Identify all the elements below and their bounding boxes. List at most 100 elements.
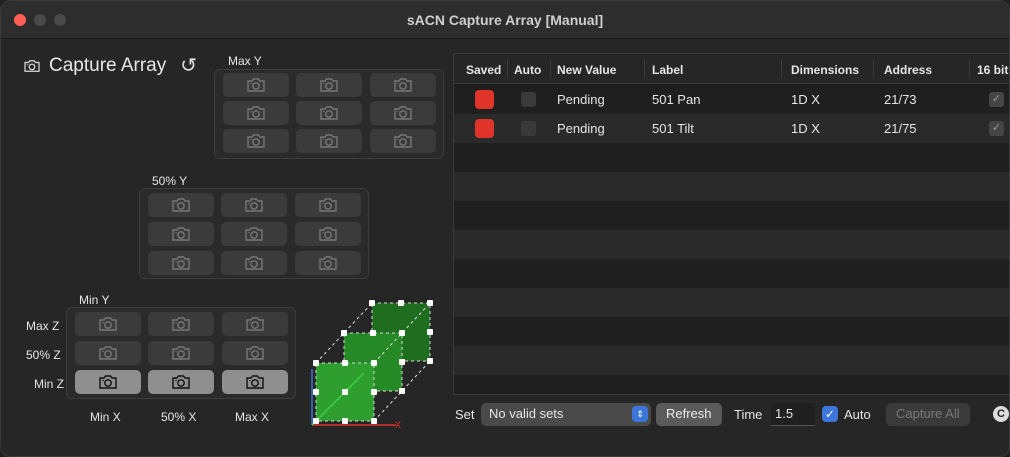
camera-icon	[246, 77, 266, 93]
capture-button[interactable]	[75, 312, 141, 336]
capture-button[interactable]	[223, 129, 289, 153]
capture-button[interactable]	[221, 222, 287, 246]
capture-button[interactable]	[221, 193, 287, 217]
camera-icon	[393, 77, 413, 93]
camera-icon	[319, 133, 339, 149]
capture-button[interactable]	[296, 101, 362, 125]
row-label-max-z: Max Z	[26, 319, 60, 333]
camera-icon	[246, 133, 266, 149]
table-row[interactable]: Pending 501 Tilt 1D X 21/75 ✓	[454, 114, 1009, 143]
capture-button[interactable]	[148, 312, 214, 336]
col-separator	[873, 60, 874, 78]
camera-icon	[245, 316, 265, 332]
capture-button[interactable]	[148, 251, 214, 275]
col-header-16-bit[interactable]: 16 bit	[977, 63, 1008, 77]
capture-button[interactable]	[295, 193, 361, 217]
camera-icon	[171, 345, 191, 361]
new-value-cell: Pending	[557, 92, 605, 107]
window-title: sACN Capture Array [Manual]	[406, 12, 604, 28]
empty-row	[454, 259, 1009, 288]
camera-icon	[171, 374, 191, 390]
address-cell: 21/75	[884, 121, 917, 136]
camera-icon	[171, 197, 191, 213]
col-separator	[550, 60, 551, 78]
refresh-button[interactable]: Refresh	[656, 403, 722, 426]
16-bit-checkbox[interactable]: ✓	[989, 121, 1004, 136]
reset-icon[interactable]: ↺	[180, 53, 197, 78]
camera-icon	[244, 255, 264, 271]
col-separator	[781, 60, 782, 78]
empty-row	[454, 288, 1009, 317]
capture-button[interactable]	[296, 73, 362, 97]
app-window: sACN Capture Array [Manual] Capture Arra…	[0, 0, 1010, 457]
empty-row	[454, 230, 1009, 259]
panel-header: Capture Array ↺	[23, 53, 197, 78]
capture-button[interactable]	[148, 222, 214, 246]
set-label: Set	[455, 407, 475, 422]
saved-indicator[interactable]	[475, 90, 494, 109]
col-header-dimensions[interactable]: Dimensions	[791, 63, 859, 77]
group-label-max-y: Max Y	[228, 54, 262, 68]
saved-indicator[interactable]	[475, 119, 494, 138]
capture-button[interactable]	[148, 341, 214, 365]
col-header-saved[interactable]: Saved	[466, 63, 501, 77]
16-bit-checkbox[interactable]: ✓	[989, 92, 1004, 107]
col-header-auto[interactable]: Auto	[514, 63, 541, 77]
empty-row	[454, 201, 1009, 230]
empty-row	[454, 172, 1009, 201]
camera-icon	[318, 255, 338, 271]
capture-button[interactable]	[221, 251, 287, 275]
auto-checkbox[interactable]	[521, 92, 536, 107]
capture-button[interactable]	[370, 129, 436, 153]
col-separator	[507, 60, 508, 78]
capture-array-panel: Capture Array ↺ Max Y 50% Y Min Y Max Z …	[1, 39, 451, 456]
capture-button[interactable]	[75, 370, 141, 394]
capture-button[interactable]	[296, 129, 362, 153]
capture-button[interactable]	[222, 370, 288, 394]
auto-checkbox[interactable]: ✓	[822, 406, 838, 422]
capture-button[interactable]	[370, 101, 436, 125]
camera-icon	[318, 197, 338, 213]
capture-button[interactable]	[148, 193, 214, 217]
empty-row	[454, 143, 1009, 172]
table-row[interactable]: Pending 501 Pan 1D X 21/73 ✓	[454, 85, 1009, 114]
time-input[interactable]: 1.5	[771, 403, 815, 426]
col-label-mid-x: 50% X	[161, 410, 197, 424]
col-label-max-x: Max X	[235, 410, 270, 424]
set-select[interactable]: No valid sets ⇕	[481, 403, 651, 426]
grid-max-y	[214, 69, 444, 159]
capture-button[interactable]	[370, 73, 436, 97]
capture-button[interactable]	[222, 312, 288, 336]
time-label: Time	[734, 407, 763, 422]
capture-button[interactable]	[148, 370, 214, 394]
dimensions-cell: 1D X	[791, 121, 820, 136]
row-label-min-z: Min Z	[34, 377, 64, 391]
camera-icon	[245, 345, 265, 361]
capture-button[interactable]	[295, 251, 361, 275]
capture-all-button[interactable]: Capture All	[886, 403, 970, 426]
camera-icon	[98, 316, 118, 332]
new-value-cell: Pending	[557, 121, 605, 136]
col-label-min-x: Min X	[90, 410, 121, 424]
camera-icon	[23, 59, 41, 73]
camera-icon	[244, 226, 264, 242]
grid-mid-y	[139, 188, 369, 279]
grid-min-y	[66, 307, 296, 399]
col-header-label[interactable]: Label	[652, 63, 683, 77]
chevron-up-down-icon: ⇕	[632, 406, 648, 422]
capture-button[interactable]	[295, 222, 361, 246]
col-header-address[interactable]: Address	[884, 63, 932, 77]
svg-text:X: X	[395, 420, 401, 430]
c-icon[interactable]: C	[993, 406, 1009, 422]
col-header-new-value[interactable]: New Value	[557, 63, 616, 77]
capture-button[interactable]	[223, 101, 289, 125]
capture-button[interactable]	[223, 73, 289, 97]
title-bar: sACN Capture Array [Manual]	[1, 1, 1009, 39]
auto-checkbox[interactable]	[521, 121, 536, 136]
set-select-value: No valid sets	[489, 406, 564, 421]
capture-button[interactable]	[75, 341, 141, 365]
col-separator	[644, 60, 645, 78]
empty-row	[454, 346, 1009, 375]
capture-button[interactable]	[222, 341, 288, 365]
bottom-toolbar: Set No valid sets ⇕ Refresh Time 1.5 ✓ A…	[453, 401, 1009, 429]
